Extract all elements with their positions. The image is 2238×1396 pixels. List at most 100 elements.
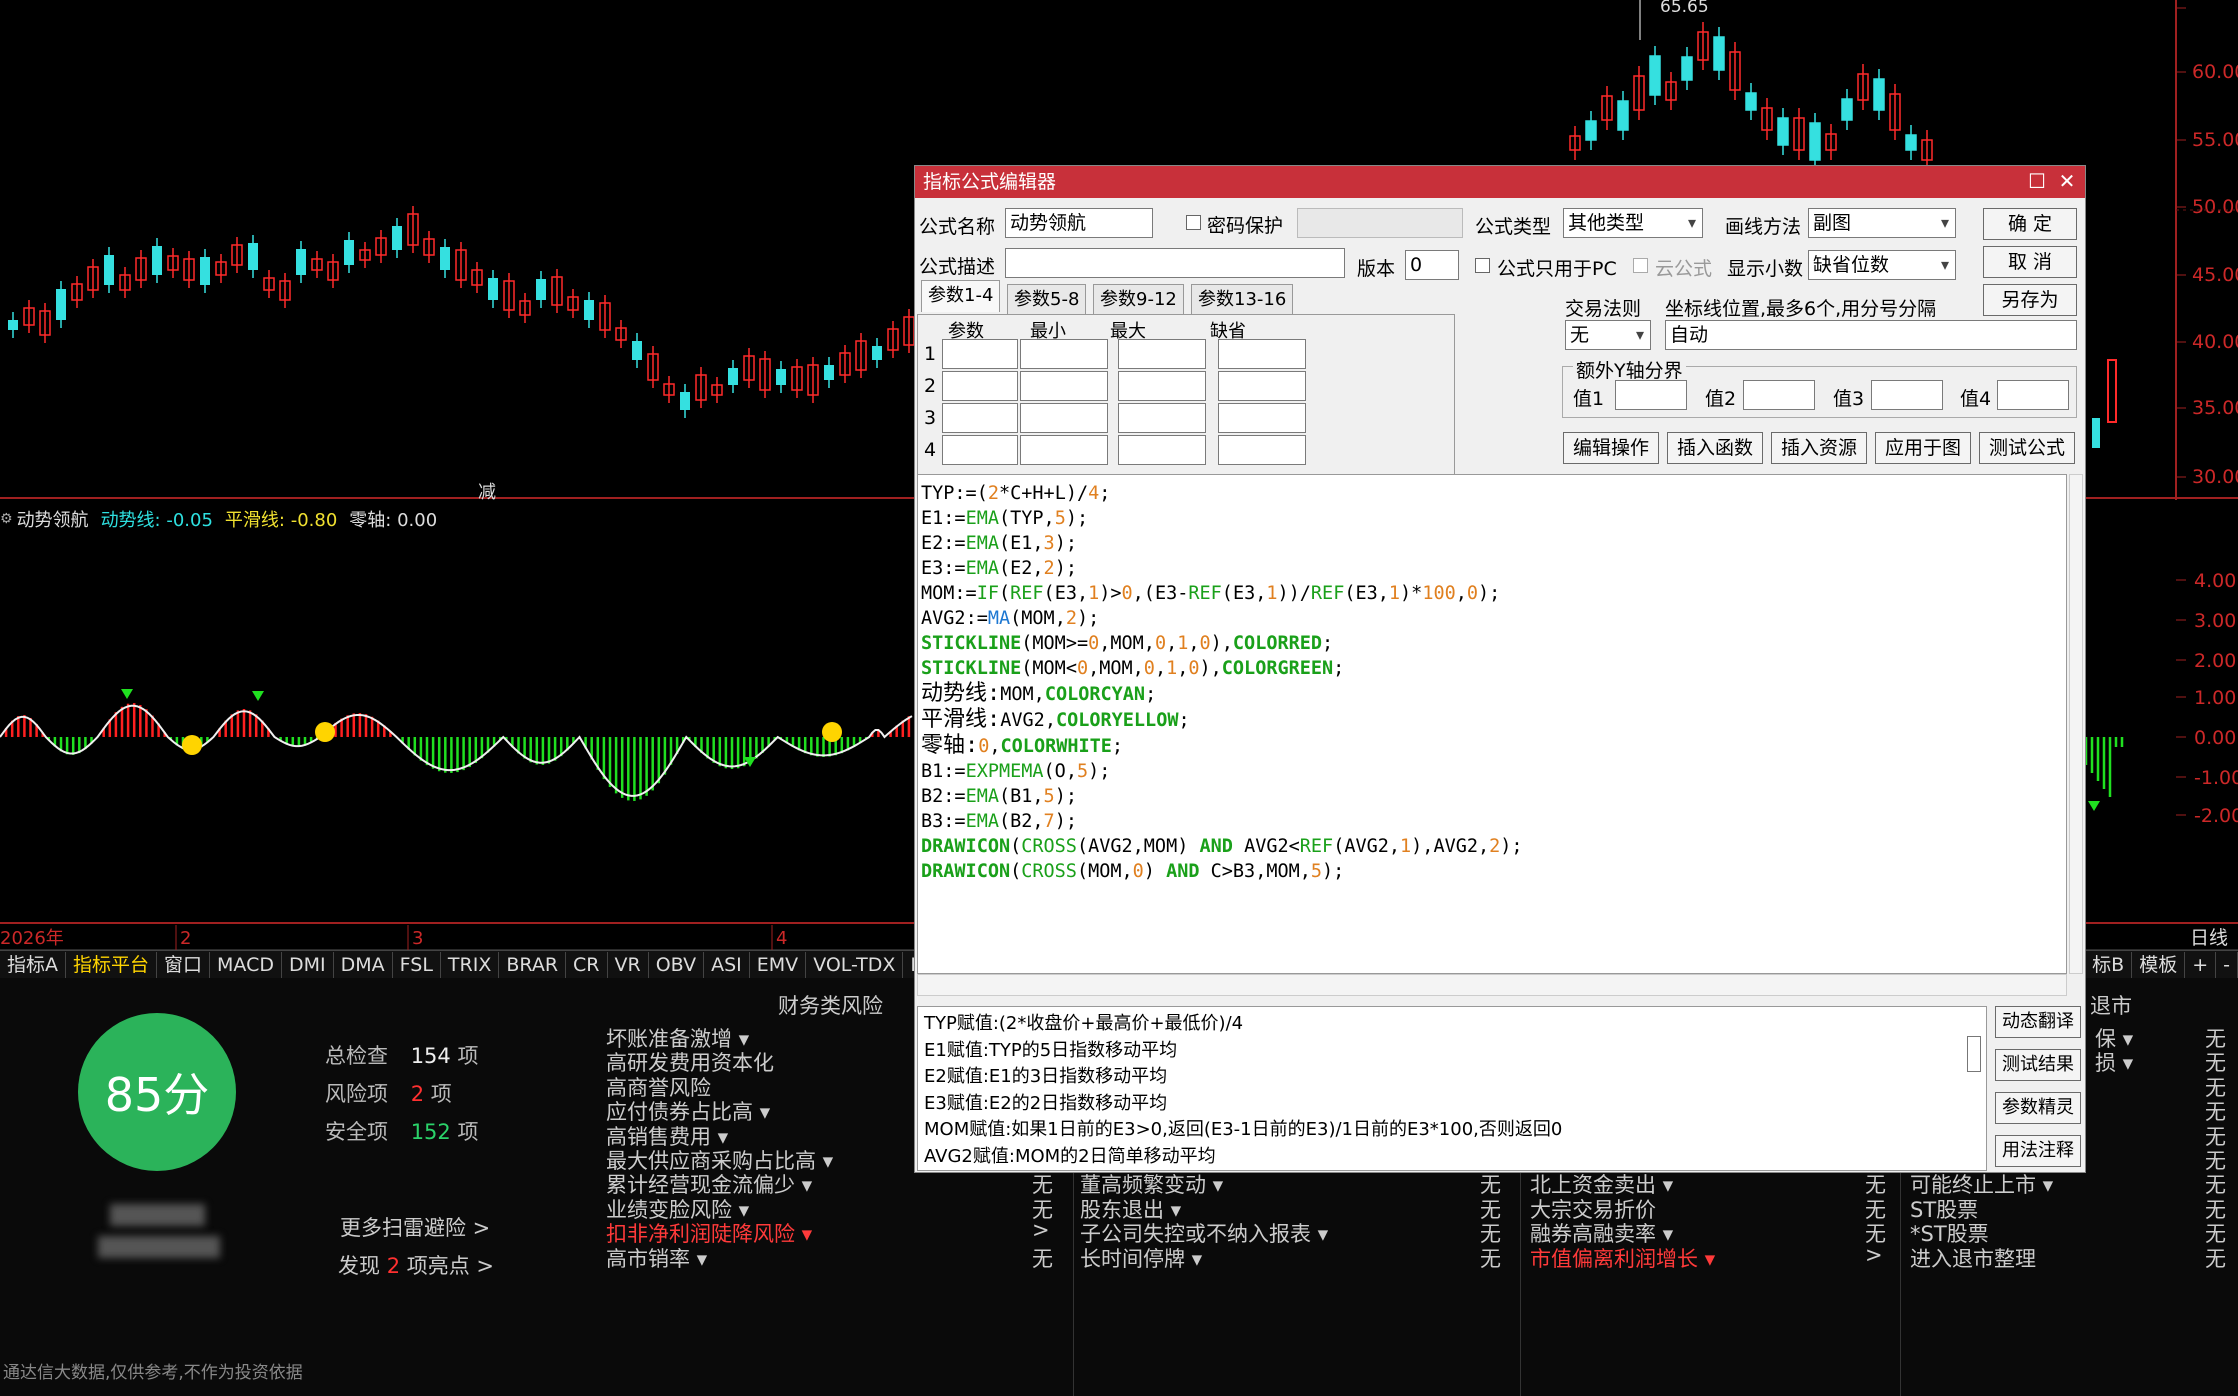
param-cell[interactable]	[1020, 371, 1108, 401]
param-cell[interactable]	[1020, 435, 1108, 465]
code-line[interactable]: E1:=EMA(TYP,5);	[921, 506, 2066, 531]
tab-6[interactable]: FSL	[393, 951, 441, 978]
tab-0[interactable]: 指标A	[0, 951, 66, 978]
edit-ops-button[interactable]: 编辑操作	[1563, 432, 1659, 464]
tab-right-2[interactable]: +	[2185, 951, 2217, 978]
tab-right-0[interactable]: 标B	[2085, 951, 2133, 978]
code-line[interactable]: STICKLINE(MOM<0,MOM,0,1,0),COLORGREEN;	[921, 656, 2066, 681]
code-line[interactable]: STICKLINE(MOM>=0,MOM,0,1,0),COLORRED;	[921, 631, 2066, 656]
tab-14[interactable]: VOL-TDX	[806, 951, 904, 978]
code-line[interactable]: E2:=EMA(E1,3);	[921, 531, 2066, 556]
test-formula-button[interactable]: 测试公式	[1979, 432, 2075, 464]
param-cell[interactable]	[1218, 403, 1306, 433]
tab-7[interactable]: TRIX	[441, 951, 500, 978]
tab-3[interactable]: MACD	[210, 951, 282, 978]
code-line[interactable]: TYP:=(2*C+H+L)/4;	[921, 481, 2066, 506]
insert-function-button[interactable]: 插入函数	[1667, 432, 1763, 464]
tab-params-13-16[interactable]: 参数13-16	[1191, 284, 1294, 316]
tab-right-1[interactable]: 模板	[2132, 951, 2186, 978]
formula-type-select[interactable]: 其他类型	[1563, 208, 1703, 238]
more-scan-link[interactable]: 更多扫雷避险 >	[340, 1212, 490, 1242]
code-line[interactable]: 零轴:0,COLORWHITE;	[921, 733, 2066, 759]
password-checkbox[interactable]	[1186, 215, 1201, 230]
tab-4[interactable]: DMI	[282, 951, 334, 978]
tab-params-9-12[interactable]: 参数9-12	[1093, 284, 1184, 316]
tab-13[interactable]: EMV	[750, 951, 807, 978]
test-result-button[interactable]: 测试结果	[1995, 1049, 2081, 1081]
code-line[interactable]: DRAWICON(CROSS(MOM,0) AND C>B3,MOM,5);	[921, 859, 2066, 884]
tab-params-5-8[interactable]: 参数5-8	[1007, 284, 1087, 316]
decimals-select[interactable]: 缺省位数	[1808, 250, 1956, 280]
param-cell[interactable]	[942, 403, 1018, 433]
formula-code-editor[interactable]: TYP:=(2*C+H+L)/4; E1:=EMA(TYP,5); E2:=EMA(…	[917, 474, 2067, 974]
period-label[interactable]: 日线	[2190, 927, 2228, 949]
save-as-button[interactable]: 另存为	[1983, 284, 2077, 316]
code-line[interactable]: AVG2:=MA(MOM,2);	[921, 606, 2066, 631]
cloud-checkbox[interactable]	[1633, 258, 1648, 273]
explain-scroll-thumb[interactable]	[1967, 1036, 1981, 1072]
param-cell[interactable]	[1118, 403, 1206, 433]
tab-11[interactable]: OBV	[649, 951, 705, 978]
code-line[interactable]: B1:=EXPMEMA(O,5);	[921, 759, 2066, 784]
trade-rule-select[interactable]: 无	[1565, 320, 1651, 350]
risk-item-label[interactable]: 损 ▾	[2095, 1047, 2133, 1077]
tab-5[interactable]: DMA	[334, 951, 393, 978]
tab-12[interactable]: ASI	[704, 951, 750, 978]
pc-only-checkbox[interactable]	[1475, 258, 1490, 273]
apply-to-chart-button[interactable]: 应用于图	[1875, 432, 1971, 464]
param-cell[interactable]	[942, 339, 1018, 369]
risk-item-label[interactable]: 进入退市整理	[1910, 1243, 2036, 1273]
param-cell[interactable]	[1020, 403, 1108, 433]
code-line[interactable]: E3:=EMA(E2,2);	[921, 556, 2066, 581]
code-vscrollbar[interactable]	[2069, 474, 2083, 974]
version-input[interactable]: 0	[1405, 250, 1459, 280]
axis-position-input[interactable]: 自动	[1665, 320, 2077, 350]
value3-input[interactable]	[1871, 380, 1943, 410]
tab-right-3[interactable]: -	[2216, 951, 2238, 978]
risk-item-label[interactable]: 高市销率 ▾	[606, 1243, 707, 1273]
trade-rule-label: 交易法则	[1565, 298, 1642, 320]
cancel-button[interactable]: 取 消	[1983, 246, 2077, 278]
risk-item-label[interactable]: 市值偏离利润增长 ▾	[1530, 1243, 1715, 1273]
usage-notes-button[interactable]: 用法注释	[1995, 1135, 2081, 1167]
close-icon[interactable]: ✕	[2055, 170, 2079, 194]
code-line[interactable]: MOM:=IF(REF(E3,1)>0,(E3-REF(E3,1))/REF(E…	[921, 581, 2066, 606]
param-cell[interactable]	[1218, 435, 1306, 465]
code-line[interactable]: 平滑线:AVG2,COLORYELLOW;	[921, 707, 2066, 733]
highlight-link[interactable]: 发现 2 项亮点 >	[338, 1250, 494, 1280]
param-cell[interactable]	[1218, 339, 1306, 369]
insert-resource-button[interactable]: 插入资源	[1771, 432, 1867, 464]
tab-9[interactable]: CR	[566, 951, 608, 978]
formula-desc-input[interactable]	[1005, 248, 1345, 278]
param-cell[interactable]	[942, 435, 1018, 465]
param-cell[interactable]	[1118, 371, 1206, 401]
param-cell[interactable]	[942, 371, 1018, 401]
password-input[interactable]	[1297, 208, 1463, 238]
ok-button[interactable]: 确 定	[1983, 208, 2077, 240]
maximize-icon[interactable]: ☐	[2025, 170, 2049, 194]
code-hscrollbar[interactable]	[917, 974, 2067, 996]
param-cell[interactable]	[1118, 339, 1206, 369]
draw-method-select[interactable]: 副图	[1808, 208, 1956, 238]
dynamic-translate-button[interactable]: 动态翻译	[1995, 1006, 2081, 1038]
tab-1[interactable]: 指标平台	[66, 951, 158, 978]
param-cell[interactable]	[1020, 339, 1108, 369]
value4-input[interactable]	[1997, 380, 2069, 410]
param-cell[interactable]	[1118, 435, 1206, 465]
code-token: MA	[987, 608, 1011, 629]
code-line[interactable]: DRAWICON(CROSS(AVG2,MOM) AND AVG2<REF(AV…	[921, 834, 2066, 859]
code-line[interactable]: 动势线:MOM,COLORCYAN;	[921, 681, 2066, 707]
param-cell[interactable]	[1218, 371, 1306, 401]
risk-item-label[interactable]: 长时间停牌 ▾	[1080, 1243, 1202, 1273]
value2-input[interactable]	[1743, 380, 1815, 410]
tab-8[interactable]: BRAR	[499, 951, 567, 978]
code-line[interactable]: B2:=EMA(B1,5);	[921, 784, 2066, 809]
dialog-titlebar[interactable]: 指标公式编辑器	[915, 166, 2085, 198]
formula-name-input[interactable]: 动势领航	[1005, 208, 1153, 238]
tab-params-1-4[interactable]: 参数1-4	[921, 280, 1001, 312]
param-wizard-button[interactable]: 参数精灵	[1995, 1092, 2081, 1124]
tab-2[interactable]: 窗口	[157, 951, 211, 978]
code-line[interactable]: B3:=EMA(B2,7);	[921, 809, 2066, 834]
tab-10[interactable]: VR	[608, 951, 649, 978]
value1-input[interactable]	[1615, 380, 1687, 410]
